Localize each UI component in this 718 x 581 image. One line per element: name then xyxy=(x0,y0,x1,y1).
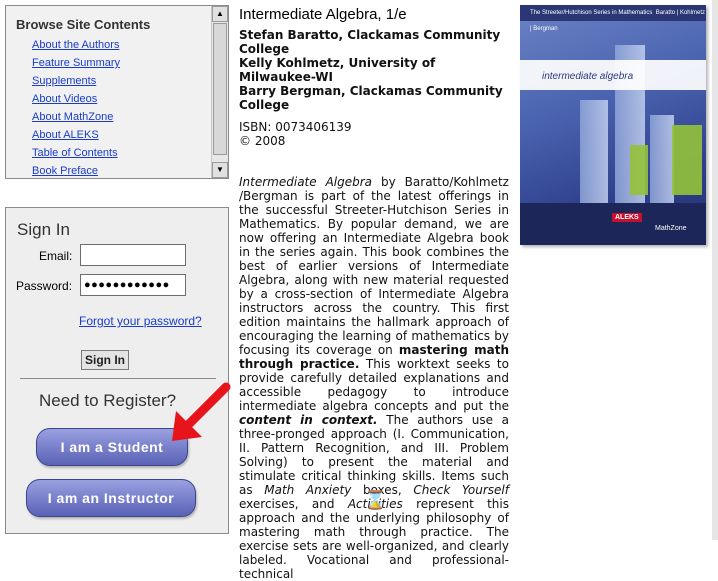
cover-building xyxy=(650,115,674,205)
instructor-register-button[interactable]: I am an Instructor xyxy=(26,479,196,517)
page-title: Intermediate Algebra, 1/e xyxy=(239,6,407,23)
list-item: About ALEKS xyxy=(32,126,120,144)
book-name-italic: Intermediate Algebra xyxy=(239,175,373,189)
list-item: Supplements xyxy=(32,72,120,90)
feature-summary-link[interactable]: Feature Summary xyxy=(32,57,120,69)
emphasis-italic: Check Yourself xyxy=(413,483,509,497)
browse-scrollbar[interactable]: ▲ ▼ xyxy=(211,6,228,178)
isbn: ISBN: 0073406139 xyxy=(239,120,352,134)
author-item: Stefan Baratto, Clackamas Community Coll… xyxy=(239,28,501,56)
about-videos-link[interactable]: About Videos xyxy=(32,93,97,105)
author-list: Stefan Baratto, Clackamas Community Coll… xyxy=(239,28,509,112)
description-text: by Baratto/Kohlmetz /Bergman is part of … xyxy=(239,175,509,357)
author-item: Barry Bergman, Clackamas Community Colle… xyxy=(239,84,503,112)
divider xyxy=(20,378,216,379)
sign-in-panel: Sign In Email: Password: ●●●●●●●●●●●● Fo… xyxy=(5,207,229,534)
page-scrollbar[interactable] xyxy=(712,0,718,540)
about-aleks-link[interactable]: About ALEKS xyxy=(32,129,99,141)
email-label: Email: xyxy=(39,249,73,263)
copyright: © 2008 xyxy=(239,134,286,148)
cover-green-shape xyxy=(672,125,702,195)
cover-series-text: The Streeter/Hutchison Series in Mathema… xyxy=(530,10,653,16)
scroll-up-icon[interactable]: ▲ xyxy=(212,6,228,22)
password-label: Password: xyxy=(16,279,73,293)
list-item: Book Preface xyxy=(32,162,120,180)
hourglass-cursor-icon: ⌛ xyxy=(364,490,387,510)
sign-in-button[interactable]: Sign In xyxy=(81,350,129,370)
list-item: Feature Summary xyxy=(32,54,120,72)
table-of-contents-link[interactable]: Table of Contents xyxy=(32,147,118,159)
emphasis-italic: Math Anxiety xyxy=(264,483,352,497)
red-arrow-icon xyxy=(172,382,231,441)
student-register-button[interactable]: I am a Student xyxy=(36,428,188,466)
list-item: Table of Contents xyxy=(32,144,120,162)
browse-site-contents-panel: Browse Site Contents About the Authors F… xyxy=(5,5,229,179)
scrollbar-thumb[interactable] xyxy=(213,23,227,155)
sign-in-title: Sign In xyxy=(17,220,70,239)
emphasis-bold-italic: content in context. xyxy=(239,413,378,427)
about-mathzone-link[interactable]: About MathZone xyxy=(32,111,113,123)
forgot-password-link[interactable]: Forgot your password? xyxy=(79,314,202,328)
mathzone-logo: MathZone xyxy=(655,225,687,232)
book-cover-image: The Streeter/Hutchison Series in Mathema… xyxy=(520,5,706,245)
scroll-down-icon[interactable]: ▼ xyxy=(212,162,228,178)
list-item: About Videos xyxy=(32,90,120,108)
list-item: About MathZone xyxy=(32,108,120,126)
description-text: exercises, and xyxy=(239,497,348,511)
about-authors-link[interactable]: About the Authors xyxy=(32,39,119,51)
supplements-link[interactable]: Supplements xyxy=(32,75,96,87)
browse-title: Browse Site Contents xyxy=(16,17,151,32)
register-heading: Need to Register? xyxy=(39,391,177,410)
cover-subtitle: intermediate algebra xyxy=(542,71,634,82)
cover-footer xyxy=(520,203,706,245)
password-field[interactable]: ●●●●●●●●●●●● xyxy=(80,274,186,296)
book-description: Intermediate Algebra by Baratto/Kohlmetz… xyxy=(239,175,509,581)
cover-green-shape xyxy=(630,145,648,195)
cover-series: The Streeter/Hutchison Series in Mathema… xyxy=(520,5,706,32)
cover-building xyxy=(580,100,608,205)
author-item: Kelly Kohlmetz, University of Milwaukee-… xyxy=(239,56,436,84)
email-field[interactable] xyxy=(80,244,186,266)
list-item: About the Authors xyxy=(32,36,120,54)
isbn-block: ISBN: 0073406139 © 2008 xyxy=(239,120,352,148)
aleks-logo: ALEKS xyxy=(612,213,642,222)
book-preface-link[interactable]: Book Preface xyxy=(32,165,98,177)
browse-link-list: About the Authors Feature Summary Supple… xyxy=(32,36,120,180)
